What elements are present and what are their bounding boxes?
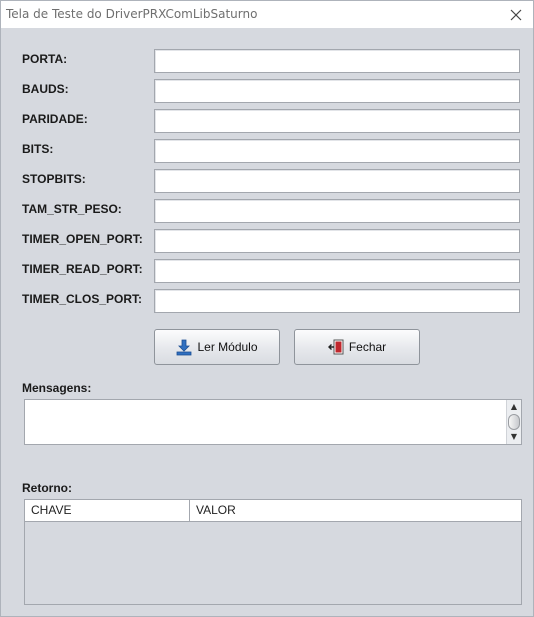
timer-open-port-label: TIMER_OPEN_PORT: bbox=[22, 232, 143, 246]
timer-clos-port-input[interactable] bbox=[154, 289, 520, 313]
scroll-down-arrow-icon[interactable]: ▼ bbox=[507, 431, 521, 443]
porta-label: PORTA: bbox=[22, 52, 68, 66]
app-window: Tela de Teste do DriverPRXComLibSaturno … bbox=[0, 0, 534, 617]
bauds-input[interactable] bbox=[154, 79, 520, 103]
scroll-thumb[interactable] bbox=[508, 414, 520, 430]
column-header-valor[interactable]: VALOR bbox=[190, 500, 521, 521]
stopbits-input[interactable] bbox=[154, 169, 520, 193]
window-close-button[interactable] bbox=[499, 1, 533, 28]
messages-textarea[interactable] bbox=[25, 400, 507, 444]
result-label: Retorno: bbox=[22, 481, 72, 495]
timer-read-port-input[interactable] bbox=[154, 259, 520, 283]
table-body bbox=[25, 522, 521, 604]
table-header: CHAVE VALOR bbox=[25, 500, 521, 522]
bits-label: BITS: bbox=[22, 142, 54, 156]
download-icon bbox=[177, 339, 192, 355]
messages-scrollbar[interactable]: ▲ ▼ bbox=[506, 400, 521, 444]
timer-open-port-input[interactable] bbox=[154, 229, 520, 253]
scroll-up-arrow-icon[interactable]: ▲ bbox=[507, 401, 521, 413]
bits-input[interactable] bbox=[154, 139, 520, 163]
close-button[interactable]: Fechar bbox=[294, 329, 420, 365]
timer-clos-port-label: TIMER_CLOS_PORT: bbox=[22, 292, 143, 306]
stopbits-label: STOPBITS: bbox=[22, 172, 86, 186]
title-bar: Tela de Teste do DriverPRXComLibSaturno bbox=[1, 1, 533, 28]
read-module-button[interactable]: Ler Módulo bbox=[154, 329, 280, 365]
messages-area: ▲ ▼ bbox=[24, 399, 522, 445]
paridade-input[interactable] bbox=[154, 109, 520, 133]
bauds-label: BAUDS: bbox=[22, 82, 69, 96]
exit-door-icon bbox=[327, 339, 344, 355]
close-icon bbox=[510, 9, 522, 20]
paridade-label: PARIDADE: bbox=[22, 112, 88, 126]
porta-input[interactable] bbox=[154, 49, 520, 73]
column-header-chave[interactable]: CHAVE bbox=[25, 500, 190, 521]
messages-label: Mensagens: bbox=[22, 381, 92, 395]
tam-str-peso-input[interactable] bbox=[154, 199, 520, 223]
timer-read-port-label: TIMER_READ_PORT: bbox=[22, 262, 143, 276]
tam-str-peso-label: TAM_STR_PESO: bbox=[22, 202, 122, 216]
read-module-label: Ler Módulo bbox=[197, 340, 258, 354]
window-title: Tela de Teste do DriverPRXComLibSaturno bbox=[6, 7, 258, 21]
close-label: Fechar bbox=[348, 340, 387, 354]
result-table: CHAVE VALOR bbox=[24, 499, 522, 605]
